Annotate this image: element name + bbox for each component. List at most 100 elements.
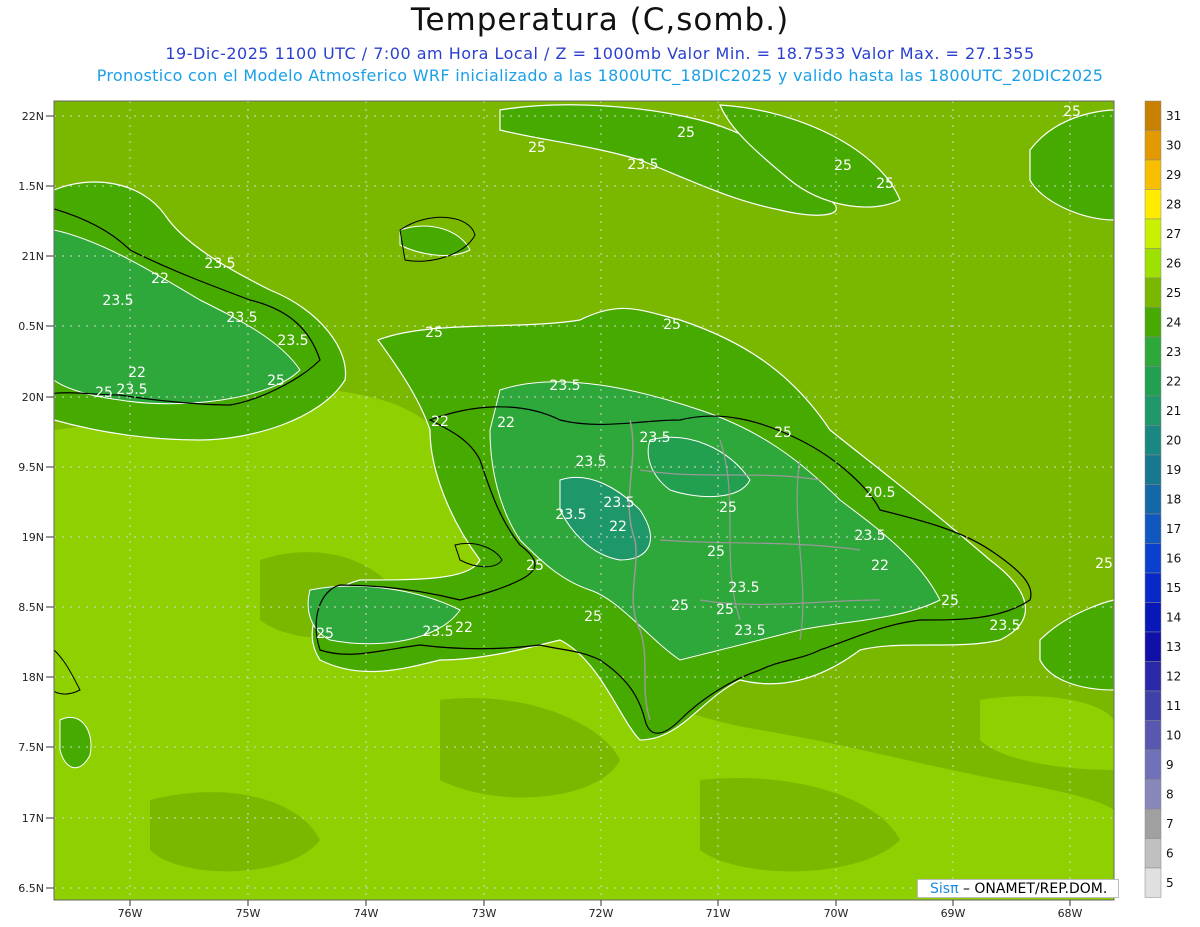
colorbar-swatch <box>1144 159 1162 190</box>
credit-brand: Sisπ <box>930 881 959 897</box>
contour-label: 25 <box>425 325 443 341</box>
colorbar-label: 28 <box>1166 197 1181 211</box>
contour-label: 22 <box>431 414 449 430</box>
colorbar-label: 15 <box>1166 581 1181 595</box>
contour-label: 22 <box>871 558 889 574</box>
colorbar-swatch <box>1144 631 1162 662</box>
colorbar-label: 22 <box>1166 374 1181 388</box>
lat-label: 19N <box>22 531 44 544</box>
contour-label: 23.5 <box>555 507 586 523</box>
contour-label: 23.5 <box>575 454 606 470</box>
contour-label: 25 <box>707 544 725 560</box>
contour-label: 23.5 <box>854 528 885 544</box>
lon-label: 71W <box>706 907 731 920</box>
contour-label: 25 <box>716 602 734 618</box>
colorbar-swatch <box>1144 307 1162 338</box>
map-field: 25252523.5 252523.52223.523.525 2523.52225… <box>54 101 1114 900</box>
colorbar-swatch <box>1144 720 1162 751</box>
contour-label: 23.5 <box>989 618 1020 634</box>
contour-label: 23.5 <box>728 580 759 596</box>
contour-label: 23.5 <box>204 256 235 272</box>
lat-label: 0.5N <box>18 320 44 333</box>
lat-label: 7.5N <box>18 741 44 754</box>
contour-label: 22 <box>497 415 515 431</box>
colorbar-swatch <box>1144 248 1162 279</box>
contour-label: 23.5 <box>639 430 670 446</box>
credit-box: Sisπ – ONAMET/REP.DOM. <box>917 879 1119 898</box>
contour-label: 22 <box>609 519 627 535</box>
colorbar-swatch <box>1144 867 1162 898</box>
colorbar-swatch <box>1144 749 1162 780</box>
contour-label: 25 <box>941 593 959 609</box>
lon-label: 76W <box>118 907 143 920</box>
lon-label: 69W <box>941 907 966 920</box>
lat-label: 21N <box>22 250 44 263</box>
colorbar-label: 14 <box>1166 610 1181 624</box>
colorbar-swatch <box>1144 484 1162 515</box>
colorbar-label: 8 <box>1166 787 1174 801</box>
contour-label: 22 <box>151 271 169 287</box>
temperature-map: 25252523.5 252523.52223.523.525 2523.52225… <box>18 100 1181 920</box>
lon-label: 68W <box>1058 907 1083 920</box>
lat-label: 6.5N <box>18 882 44 895</box>
lat-label: 8.5N <box>18 601 44 614</box>
colorbar-label: 31 <box>1166 109 1181 123</box>
colorbar-swatch <box>1144 130 1162 161</box>
colorbar-swatch <box>1144 454 1162 485</box>
contour-label: 25 <box>774 425 792 441</box>
colorbar: 31 30 29 28 27 26 25 24 23 22 21 20 19 18 17 16 15 14 13 12… <box>1144 100 1181 898</box>
contour-label: 23.5 <box>226 310 257 326</box>
contour-label: 25 <box>528 140 546 156</box>
lat-label: 22N <box>22 110 44 123</box>
longitude-labels: 76W 75W 74W 73W 72W 71W 70W 69W 68W <box>118 900 1083 920</box>
contour-label: 23.5 <box>116 382 147 398</box>
colorbar-swatch <box>1144 543 1162 574</box>
colorbar-label: 24 <box>1166 315 1181 329</box>
contour-label: 23.5 <box>627 157 658 173</box>
contour-label: 25 <box>663 317 681 333</box>
colorbar-label: 10 <box>1166 728 1181 742</box>
colorbar-swatch <box>1144 690 1162 721</box>
lat-label: 20N <box>22 391 44 404</box>
contour-label: 25 <box>876 176 894 192</box>
colorbar-label: 5 <box>1166 876 1174 890</box>
colorbar-label: 23 <box>1166 345 1181 359</box>
colorbar-swatch <box>1144 602 1162 633</box>
colorbar-swatch <box>1144 425 1162 456</box>
colorbar-swatch <box>1144 218 1162 249</box>
contour-label: 25 <box>584 609 602 625</box>
contour-label: 25 <box>719 500 737 516</box>
lon-label: 75W <box>236 907 261 920</box>
credit-text: – ONAMET/REP.DOM. <box>962 881 1108 897</box>
contour-label: 20.5 <box>864 485 895 501</box>
colorbar-label: 7 <box>1166 817 1174 831</box>
colorbar-swatch <box>1144 189 1162 220</box>
contour-label: 25 <box>526 558 544 574</box>
colorbar-label: 27 <box>1166 227 1181 241</box>
colorbar-label: 11 <box>1166 699 1181 713</box>
colorbar-label: 30 <box>1166 138 1181 152</box>
colorbar-label: 18 <box>1166 492 1181 506</box>
colorbar-swatch <box>1144 336 1162 367</box>
contour-label: 23.5 <box>102 293 133 309</box>
colorbar-label: 26 <box>1166 256 1181 270</box>
contour-label: 25 <box>1063 104 1081 120</box>
colorbar-label: 12 <box>1166 669 1181 683</box>
colorbar-swatch <box>1144 100 1162 131</box>
colorbar-swatch <box>1144 838 1162 869</box>
colorbar-swatch <box>1144 808 1162 839</box>
lon-label: 70W <box>824 907 849 920</box>
colorbar-label: 16 <box>1166 551 1181 565</box>
colorbar-swatch <box>1144 513 1162 544</box>
colorbar-label: 17 <box>1166 522 1181 536</box>
contour-label: 25 <box>677 125 695 141</box>
colorbar-label: 21 <box>1166 404 1181 418</box>
colorbar-swatch <box>1144 779 1162 810</box>
colorbar-label: 25 <box>1166 286 1181 300</box>
colorbar-swatch <box>1144 277 1162 308</box>
contour-label: 25 <box>95 385 113 401</box>
colorbar-label: 29 <box>1166 168 1181 182</box>
colorbar-swatch <box>1144 661 1162 692</box>
contour-label: 25 <box>834 158 852 174</box>
lon-label: 72W <box>589 907 614 920</box>
